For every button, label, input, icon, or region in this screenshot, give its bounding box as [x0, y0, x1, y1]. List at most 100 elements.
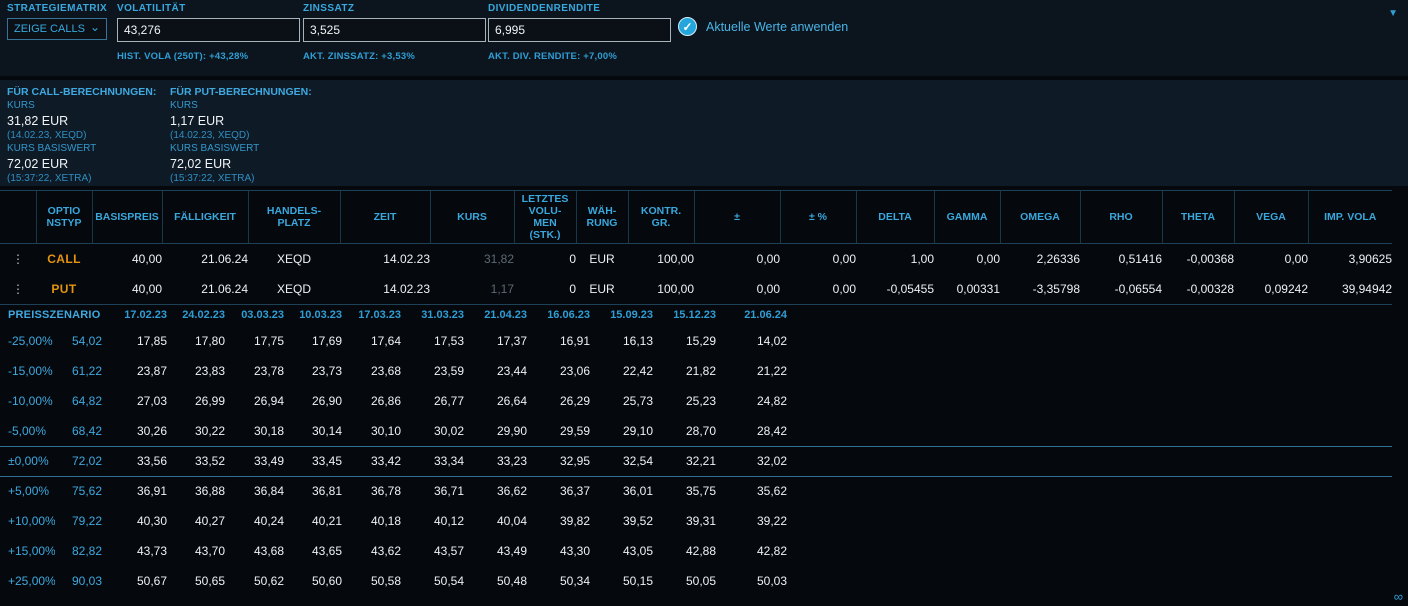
- cell-letztes-volumen: 0: [514, 244, 576, 274]
- cell-basispreis: 40,00: [92, 244, 162, 274]
- scenario-value: 50,05: [656, 566, 719, 596]
- scenario-row: -10,00%64,8227,0326,9926,9426,9026,8626,…: [0, 386, 1392, 416]
- scenario-value: 29,10: [593, 416, 656, 446]
- col-header-rho: RHO: [1080, 191, 1162, 244]
- options-table: OPTIO NSTYPBASISPREISFÄLLIGKEITHANDELS- …: [0, 190, 1392, 304]
- cell-waehrung: EUR: [576, 244, 628, 274]
- row-menu-icon[interactable]: ⋮: [0, 274, 36, 304]
- toolbar: STRATEGIEMATRIX ZEIGE CALLS ⌄ VOLATILITÄ…: [0, 0, 1408, 76]
- dividend-label: DIVIDENDENRENDITE: [488, 3, 671, 14]
- call-price-label: KURS: [7, 100, 156, 111]
- scenario-value: 23,59: [404, 356, 467, 386]
- cell-kontr-gr: 100,00: [628, 244, 694, 274]
- dividend-input[interactable]: [488, 18, 671, 42]
- collapse-arrow-icon[interactable]: ▼: [1388, 8, 1398, 19]
- cell-delta: -0,05455: [856, 274, 934, 304]
- scenario-value: 43,57: [404, 536, 467, 566]
- col-header-imp-vola: IMP. VOLA: [1308, 191, 1392, 244]
- scenario-value: 32,95: [530, 446, 593, 476]
- checked-circle-icon[interactable]: ✓: [678, 17, 697, 36]
- scenario-value: 28,42: [719, 416, 790, 446]
- scenario-percent: -10,00%: [0, 386, 55, 416]
- scenario-row: -5,00%68,4230,2630,2230,1830,1430,1030,0…: [0, 416, 1392, 446]
- scenario-value: 40,27: [170, 506, 228, 536]
- scenario-value: 17,37: [467, 326, 530, 356]
- option-row-put: ⋮PUT40,0021.06.24XEQD14.02.231,170EUR100…: [0, 274, 1392, 304]
- col-header-kurs: KURS: [430, 191, 514, 244]
- scenario-value: 50,58: [345, 566, 404, 596]
- scenario-value: 50,34: [530, 566, 593, 596]
- scenario-date-header: 24.02.23: [170, 304, 228, 326]
- put-info-column: FÜR PUT-BERECHNUNGEN: KURS 1,17 EUR (14.…: [170, 86, 312, 184]
- scenario-row: ±0,00%72,0233,5633,5233,4933,4533,4233,3…: [0, 446, 1392, 476]
- scenario-value: 42,88: [656, 536, 719, 566]
- apply-current-values-label: Aktuelle Werte anwenden: [706, 20, 848, 34]
- volatility-input[interactable]: [117, 18, 300, 42]
- filler-cell: [790, 386, 1392, 416]
- cell-omega: 2,26336: [1000, 244, 1080, 274]
- call-underlying-value: 72,02 EUR: [7, 157, 156, 171]
- scenario-value: 30,02: [404, 416, 467, 446]
- scenario-date-header: 17.02.23: [105, 304, 170, 326]
- volatility-hint: HIST. VOLA (250T): +43,28%: [117, 51, 300, 62]
- cell-theta: -0,00368: [1162, 244, 1234, 274]
- scenario-value: 26,77: [404, 386, 467, 416]
- filler-cell: [790, 446, 1392, 476]
- scenario-value: 32,21: [656, 446, 719, 476]
- scenario-value: 26,29: [530, 386, 593, 416]
- scenario-row: +15,00%82,8243,7343,7043,6843,6543,6243,…: [0, 536, 1392, 566]
- cell-vega: 0,00: [1234, 244, 1308, 274]
- scenario-value: 39,31: [656, 506, 719, 536]
- scenario-value: 30,26: [105, 416, 170, 446]
- scenario-row: -25,00%54,0217,8517,8017,7517,6917,6417,…: [0, 326, 1392, 356]
- put-underlying-label: KURS BASISWERT: [170, 143, 312, 154]
- scenario-value: 17,75: [228, 326, 287, 356]
- scenario-value: 26,99: [170, 386, 228, 416]
- link-icon[interactable]: ∞: [1394, 590, 1403, 603]
- scenario-value: 33,49: [228, 446, 287, 476]
- col-header-handelsplatz: HANDELS- PLATZ: [248, 191, 340, 244]
- scenario-value: 17,69: [287, 326, 345, 356]
- scenario-date-header: 16.06.23: [530, 304, 593, 326]
- cell-letztes-volumen: 0: [514, 274, 576, 304]
- scenario-base-price: 82,82: [55, 536, 105, 566]
- apply-current-values-toggle[interactable]: ✓ Aktuelle Werte anwenden: [678, 17, 848, 36]
- scenario-value: 40,12: [404, 506, 467, 536]
- filler-cell: [790, 416, 1392, 446]
- scenario-value: 50,54: [404, 566, 467, 596]
- call-info-title: FÜR CALL-BERECHNUNGEN:: [7, 86, 156, 98]
- scenario-date-header: 21.04.23: [467, 304, 530, 326]
- cell-handelsplatz: XEQD: [248, 274, 340, 304]
- filler-cell: [790, 476, 1392, 506]
- scenario-value: 23,73: [287, 356, 345, 386]
- scenario-value: 39,82: [530, 506, 593, 536]
- scenario-percent: -5,00%: [0, 416, 55, 446]
- scenario-value: 23,68: [345, 356, 404, 386]
- dividend-hint: AKT. DIV. RENDITE: +7,00%: [488, 51, 671, 62]
- scenario-value: 17,53: [404, 326, 467, 356]
- scenario-value: 23,78: [228, 356, 287, 386]
- show-calls-select[interactable]: ZEIGE CALLS ⌄: [7, 18, 107, 40]
- scenario-percent: +10,00%: [0, 506, 55, 536]
- put-underlying-meta: (15:37:22, XETRA): [170, 173, 312, 184]
- cell-kurs: 1,17: [430, 274, 514, 304]
- scenario-value: 30,18: [228, 416, 287, 446]
- scenario-value: 16,91: [530, 326, 593, 356]
- cell-kontr-gr: 100,00: [628, 274, 694, 304]
- call-underlying-meta: (15:37:22, XETRA): [7, 173, 156, 184]
- col-header-plusminus-pct: ± %: [780, 191, 856, 244]
- scenario-value: 43,49: [467, 536, 530, 566]
- interest-label: ZINSSATZ: [303, 3, 486, 14]
- interest-input[interactable]: [303, 18, 486, 42]
- scenario-value: 33,45: [287, 446, 345, 476]
- cell-plusminus-pct: 0,00: [780, 244, 856, 274]
- row-menu-icon[interactable]: ⋮: [0, 244, 36, 274]
- scenario-value: 17,64: [345, 326, 404, 356]
- scenario-value: 50,60: [287, 566, 345, 596]
- scenario-percent: -25,00%: [0, 326, 55, 356]
- scenario-value: 40,21: [287, 506, 345, 536]
- put-price-meta: (14.02.23, XEQD): [170, 130, 312, 141]
- scenario-value: 50,65: [170, 566, 228, 596]
- scenario-value: 21,22: [719, 356, 790, 386]
- scenario-row: +25,00%90,0350,6750,6550,6250,6050,5850,…: [0, 566, 1392, 596]
